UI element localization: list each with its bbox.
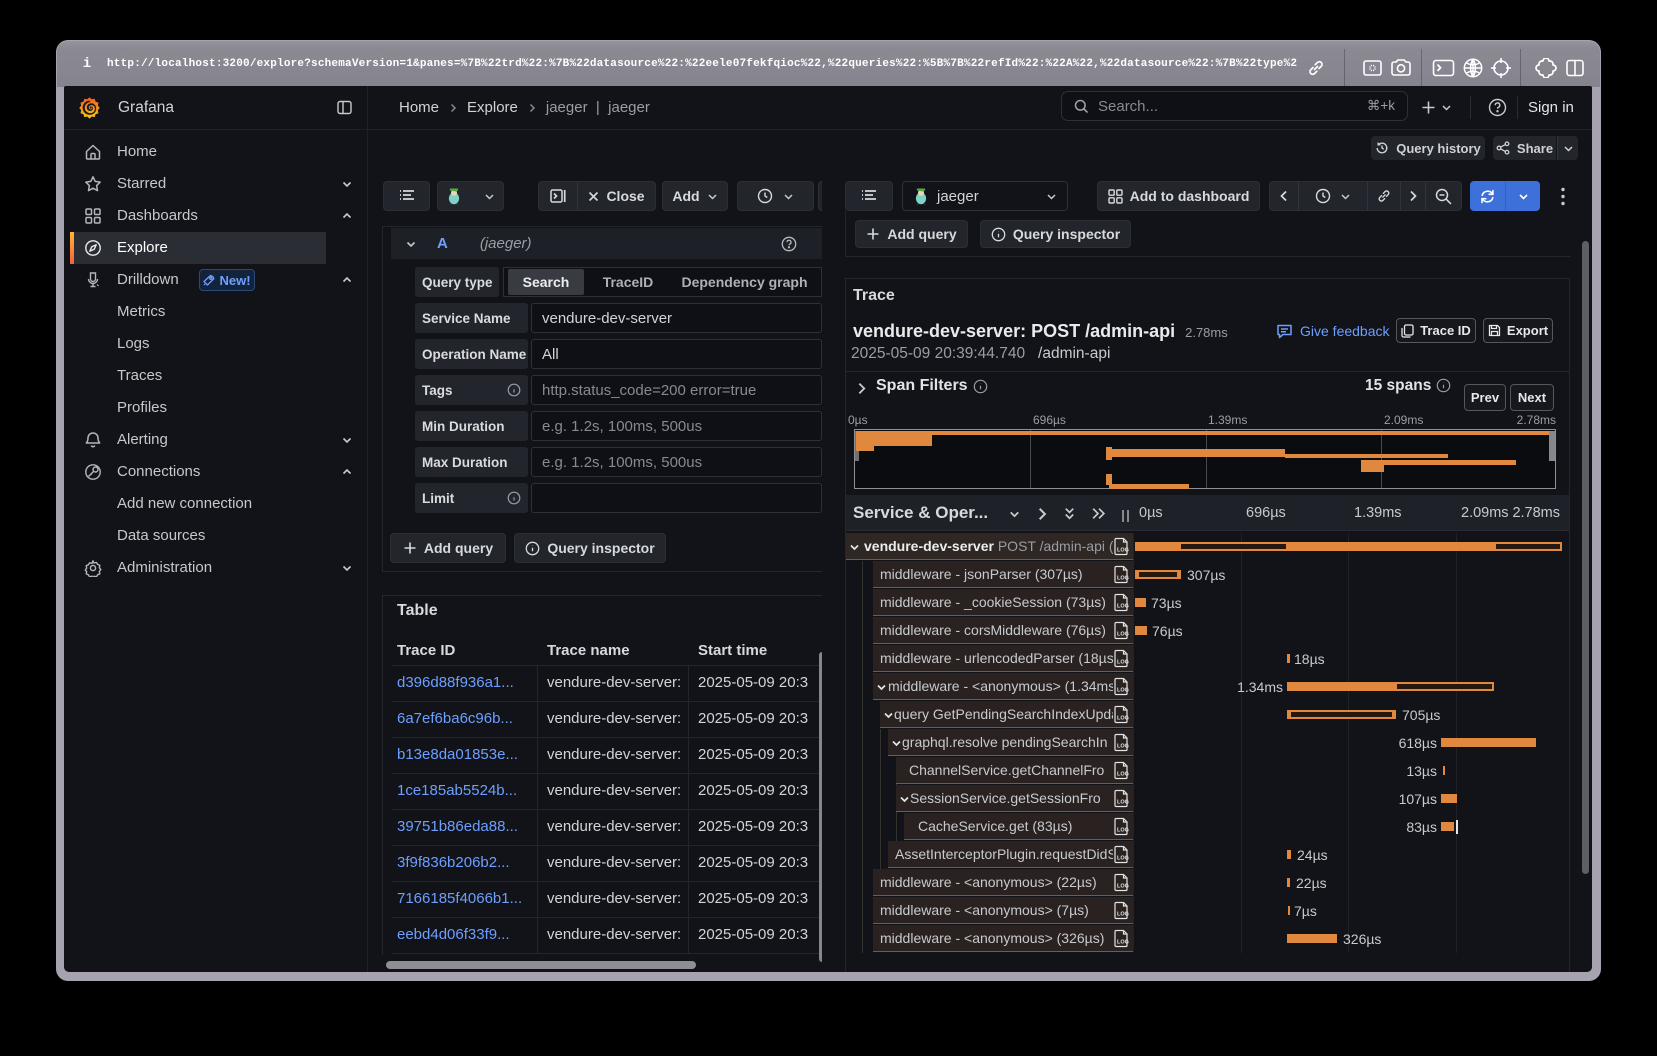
svg-text:LOG: LOG	[1117, 688, 1129, 694]
svg-text:LOG: LOG	[1117, 884, 1129, 890]
svg-text:LOG: LOG	[1117, 828, 1129, 834]
svg-text:LOG: LOG	[1117, 912, 1129, 918]
svg-text:LOG: LOG	[1117, 744, 1129, 750]
svg-text:LOG: LOG	[1117, 856, 1129, 862]
svg-text:LOG: LOG	[1117, 800, 1129, 806]
svg-text:LOG: LOG	[1117, 716, 1129, 722]
svg-text:LOG: LOG	[1117, 772, 1129, 778]
svg-text:LOG: LOG	[1117, 548, 1129, 554]
svg-text:LOG: LOG	[1117, 632, 1129, 638]
svg-text:LOG: LOG	[1117, 604, 1129, 610]
svg-text:LOG: LOG	[1117, 940, 1129, 946]
svg-text:LOG: LOG	[1117, 660, 1129, 666]
svg-text:LOG: LOG	[1117, 576, 1129, 582]
